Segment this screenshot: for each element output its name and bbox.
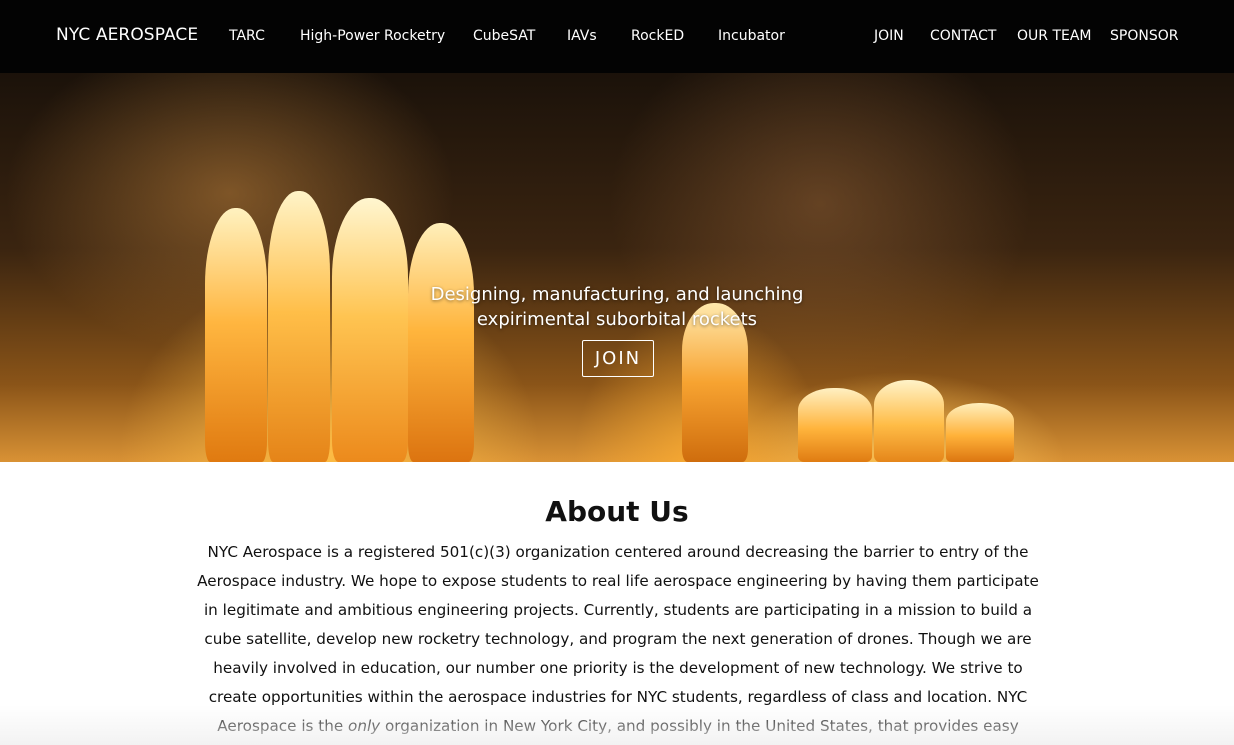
about-us-heading: About Us (545, 495, 689, 528)
page: NYC AEROSPACE TARC High-Power Rocketry C… (0, 0, 1234, 745)
nav-link-rocked[interactable]: RockED (631, 28, 684, 44)
nav-link-cubesat[interactable]: CubeSAT (473, 28, 535, 44)
nav-link-incubator[interactable]: Incubator (718, 28, 785, 44)
nav-link-our-team[interactable]: OUR TEAM (1017, 28, 1092, 44)
brand-logo-link[interactable]: NYC AEROSPACE (56, 25, 198, 45)
nav-link-iavs[interactable]: IAVs (567, 28, 597, 44)
about-text-part-2: organization in New York City, and possi… (385, 717, 1019, 735)
nav-link-join[interactable]: JOIN (874, 28, 904, 44)
about-text-emphasis: only (348, 717, 381, 735)
nav-link-sponsor[interactable]: SPONSOR (1110, 28, 1178, 44)
nav-link-tarc[interactable]: TARC (229, 28, 265, 44)
hero-tagline-line-2: expirimental suborbital rockets (476, 309, 758, 330)
nav-link-contact[interactable]: CONTACT (930, 28, 996, 44)
hero-tagline: Designing, manufacturing, and launching … (417, 282, 817, 332)
hero-join-button[interactable]: JOIN (582, 340, 654, 377)
nav-link-high-power-rocketry[interactable]: High-Power Rocketry (300, 28, 445, 44)
top-navbar: NYC AEROSPACE TARC High-Power Rocketry C… (0, 0, 1234, 73)
about-text-part-1: NYC Aerospace is a registered 501(c)(3) … (197, 543, 1039, 735)
hero-banner: Designing, manufacturing, and launching … (0, 73, 1234, 462)
hero-tagline-line-1: Designing, manufacturing, and launching (430, 284, 804, 305)
about-us-paragraph: NYC Aerospace is a registered 501(c)(3) … (196, 538, 1040, 745)
